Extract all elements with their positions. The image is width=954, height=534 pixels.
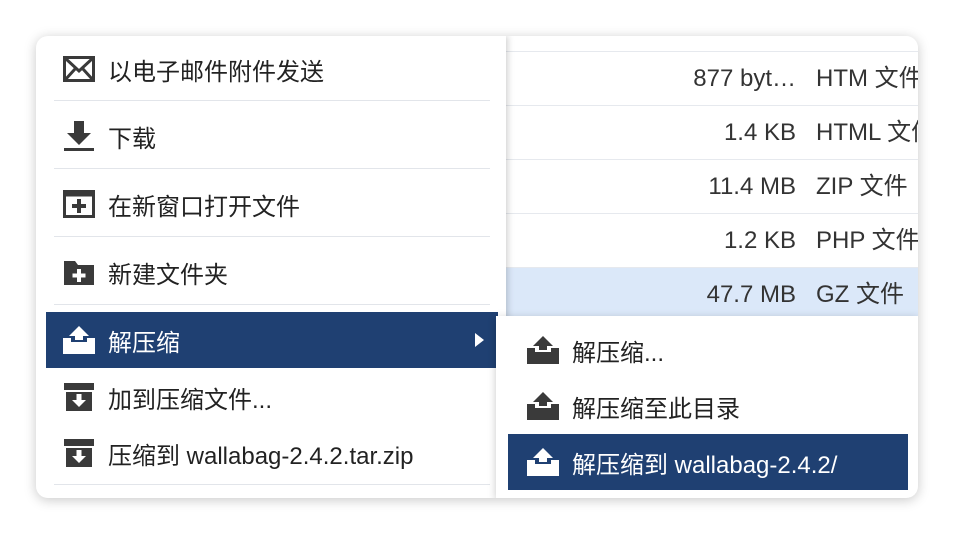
new-folder-icon	[62, 255, 96, 289]
submenu-item-label: 解压缩至此目录	[572, 395, 740, 423]
menu-item-extract[interactable]: 解压缩	[46, 312, 498, 368]
file-size: 1.4 KB	[723, 119, 796, 146]
menu-item-open-new-window[interactable]: 在新窗口打开文件	[46, 174, 498, 234]
archive-box-icon	[62, 436, 96, 470]
file-type: HTM 文件	[816, 65, 918, 92]
menu-item-label: 压缩到 wallabag-2.4.2.tar.zip	[108, 442, 414, 470]
new-window-icon	[62, 187, 96, 221]
menu-separator	[54, 304, 490, 305]
menu-item-label: 解压缩	[108, 329, 180, 357]
submenu-item-label: 解压缩...	[572, 339, 665, 367]
file-size: 47.7 MB	[706, 281, 796, 308]
file-row[interactable]: 877 byt… HTM 文件	[506, 52, 918, 106]
menu-item-new-folder[interactable]: 新建文件夹	[46, 242, 498, 302]
download-icon	[62, 119, 96, 153]
submenu-item-extract-dialog[interactable]: 解压缩...	[508, 322, 908, 378]
file-type: HTML 文件	[816, 119, 918, 146]
menu-separator	[54, 236, 490, 237]
extract-icon	[526, 333, 560, 367]
menu-item-label: 新建文件夹	[108, 261, 228, 289]
menu-item-label: 下载	[108, 125, 156, 153]
menu-item-email[interactable]: 以电子邮件附件发送	[46, 40, 498, 98]
extract-icon	[62, 323, 96, 357]
menu-item-add-archive[interactable]: 加到压缩文件...	[46, 370, 498, 424]
archive-box-icon	[62, 380, 96, 414]
submenu-arrow-icon	[475, 333, 484, 347]
file-row-selected[interactable]: 47.7 MB GZ 文件	[506, 268, 918, 322]
file-size: 11.4 MB	[708, 173, 796, 200]
file-row[interactable]: 11.4 MB ZIP 文件	[506, 160, 918, 214]
extract-icon	[526, 445, 560, 479]
file-row[interactable]: 1.2 KB PHP 文件	[506, 214, 918, 268]
menu-separator	[54, 168, 490, 169]
context-menu: 以电子邮件附件发送 下载 在新窗口打开文件 新建文件夹 解压缩 加到压缩文件..…	[36, 36, 506, 498]
submenu-item-extract-to[interactable]: 解压缩到 wallabag-2.4.2/	[508, 434, 908, 490]
menu-item-label: 在新窗口打开文件	[108, 193, 300, 221]
extract-submenu: 解压缩... 解压缩至此目录 解压缩到 wallabag-2.4.2/	[496, 316, 918, 498]
file-type: ZIP 文件	[816, 173, 908, 200]
extract-icon	[526, 389, 560, 423]
file-type: GZ 文件	[816, 281, 904, 308]
submenu-item-label: 解压缩到 wallabag-2.4.2/	[572, 451, 838, 479]
file-row[interactable]	[506, 36, 918, 52]
menu-item-label: 以电子邮件附件发送	[108, 58, 324, 86]
file-manager-window: 877 byt… HTM 文件 1.4 KB HTML 文件 11.4 MB Z…	[36, 36, 918, 498]
file-type: PHP 文件	[816, 227, 918, 254]
file-row[interactable]: 1.4 KB HTML 文件	[506, 106, 918, 160]
menu-item-label: 加到压缩文件...	[108, 386, 273, 414]
menu-separator	[54, 100, 490, 101]
file-size: 877 byt…	[693, 65, 796, 92]
file-size: 1.2 KB	[723, 227, 796, 254]
menu-item-download[interactable]: 下载	[46, 106, 498, 166]
menu-separator	[54, 484, 490, 485]
envelope-icon	[62, 52, 96, 86]
menu-item-compress-to[interactable]: 压缩到 wallabag-2.4.2.tar.zip	[46, 426, 498, 480]
submenu-item-extract-here[interactable]: 解压缩至此目录	[508, 378, 908, 434]
